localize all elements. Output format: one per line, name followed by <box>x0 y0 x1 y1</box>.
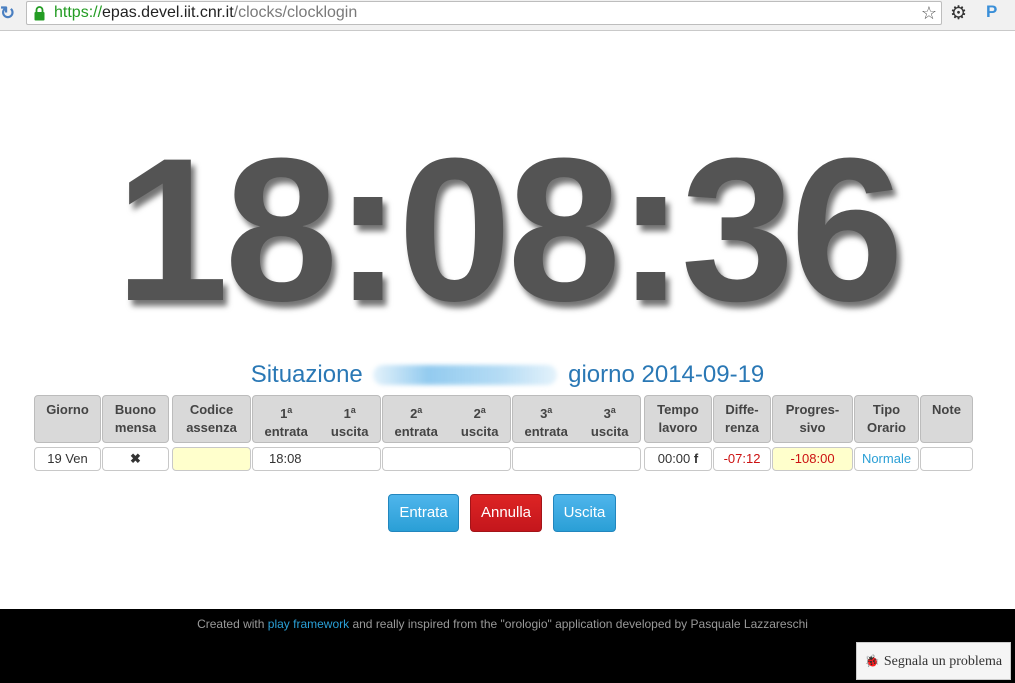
header-differenza: Diffe- renza <box>713 395 771 443</box>
footer-text-before: Created with <box>197 617 268 631</box>
header-pair-3: 3a entrata 3a uscita <box>512 395 641 443</box>
browser-toolbar: ↻ https://epas.devel.iit.cnr.it/clocks/c… <box>0 0 1015 31</box>
report-problem-button[interactable]: 🐞 Segnala un problema <box>856 642 1011 680</box>
header-uscita-1: uscita <box>330 424 369 439</box>
cell-tempo-value: 00:00 <box>657 451 691 466</box>
pair2-in-sup: a <box>417 405 423 415</box>
header-differenza-line1: Diffe- <box>725 402 759 417</box>
play-framework-link[interactable]: play framework <box>268 617 349 631</box>
header-buono-line1: Buono <box>114 402 157 417</box>
bookmark-star-icon[interactable]: ☆ <box>921 3 937 24</box>
header-tempo-line2: lavoro <box>658 420 698 435</box>
pair2-out-sup: a <box>480 405 486 415</box>
header-progressivo-line2: sivo <box>799 420 826 435</box>
header-uscita-3: uscita <box>590 424 629 439</box>
header-uscita-2: uscita <box>460 424 499 439</box>
extension-icon[interactable]: P <box>986 2 997 22</box>
uscita-button[interactable]: Uscita <box>553 494 616 532</box>
header-giorno-line1: Giorno <box>46 402 89 417</box>
url-text: https://epas.devel.iit.cnr.it/clocks/clo… <box>54 4 357 22</box>
redacted-name <box>373 365 558 385</box>
url-scheme: https:// <box>54 4 103 21</box>
situation-title: Situazione giorno 2014-09-19 <box>0 361 1015 389</box>
timesheet-table: Giorno Buono mensa Codice assenza 1a entr… <box>0 395 1015 475</box>
cell-note <box>920 447 973 471</box>
header-entrata-1: entrata <box>264 424 308 439</box>
header-codice-line2: assenza <box>186 420 237 435</box>
header-entrata-3: entrata <box>524 424 568 439</box>
cell-tipo-orario[interactable]: Normale <box>854 447 919 471</box>
cell-tempo-flag: f <box>693 451 699 466</box>
cell-pair-2 <box>382 447 511 471</box>
header-buono-line2: mensa <box>114 420 157 435</box>
url-host: epas.devel.iit.cnr.it <box>102 4 234 21</box>
header-buono-mensa: Buono mensa <box>102 395 169 443</box>
pair2-out-num: 2 <box>473 406 481 421</box>
footer-text-after: and really inspired from the "orologio" … <box>349 617 808 631</box>
pair1-out-num: 1 <box>343 406 351 421</box>
cell-tempo-lavoro: 00:00 f <box>644 447 712 471</box>
header-note: Note <box>920 395 973 443</box>
header-tipo-line2: Orario <box>866 420 906 435</box>
cell-pair-3 <box>512 447 641 471</box>
situation-prefix: Situazione <box>250 361 363 388</box>
address-bar[interactable]: https://epas.devel.iit.cnr.it/clocks/clo… <box>26 1 942 25</box>
header-giorno: Giorno <box>34 395 101 443</box>
cell-progressivo: -108:00 <box>772 447 853 471</box>
entrata-button[interactable]: Entrata <box>388 494 459 532</box>
bug-icon: 🐞 <box>864 654 880 668</box>
pair1-out-sup: a <box>350 405 356 415</box>
header-entrata-2: entrata <box>394 424 438 439</box>
header-note-line1: Note <box>932 402 961 417</box>
header-tipo-line1: Tipo <box>872 402 901 417</box>
header-tempo-lavoro: Tempo lavoro <box>644 395 712 443</box>
header-codice-assenza: Codice assenza <box>172 395 251 443</box>
pair1-in-sup: a <box>287 405 293 415</box>
cell-pair-1: 18:08 <box>252 447 381 471</box>
cell-codice-assenza <box>172 447 251 471</box>
header-progressivo-line1: Progres- <box>785 402 840 417</box>
cell-giorno: 19 Ven <box>34 447 101 471</box>
header-tempo-line1: Tempo <box>657 402 699 417</box>
reload-icon[interactable]: ↻ <box>0 4 18 24</box>
header-progressivo: Progres- sivo <box>772 395 853 443</box>
annulla-button[interactable]: Annulla <box>470 494 542 532</box>
digital-clock: 18:08:36 <box>115 116 904 344</box>
cell-differenza: -07:12 <box>713 447 771 471</box>
lock-icon <box>34 6 45 21</box>
situation-date: giorno 2014-09-19 <box>568 361 765 388</box>
gear-icon[interactable]: ⚙ <box>950 2 967 25</box>
footer-credits: Created with play framework and really i… <box>0 617 1005 631</box>
header-pair-2: 2a entrata 2a uscita <box>382 395 511 443</box>
header-differenza-line2: renza <box>725 420 759 435</box>
pair3-out-sup: a <box>610 405 616 415</box>
pair3-in-sup: a <box>547 405 553 415</box>
header-pair-1: 1a entrata 1a uscita <box>252 395 381 443</box>
pair3-out-num: 3 <box>603 406 611 421</box>
url-path: /clocks/clocklogin <box>233 4 358 21</box>
report-problem-label: Segnala un problema <box>883 654 1003 669</box>
header-codice-line1: Codice <box>189 402 234 417</box>
cell-buono-mensa: ✖ <box>102 447 169 471</box>
header-tipo-orario: Tipo Orario <box>854 395 919 443</box>
